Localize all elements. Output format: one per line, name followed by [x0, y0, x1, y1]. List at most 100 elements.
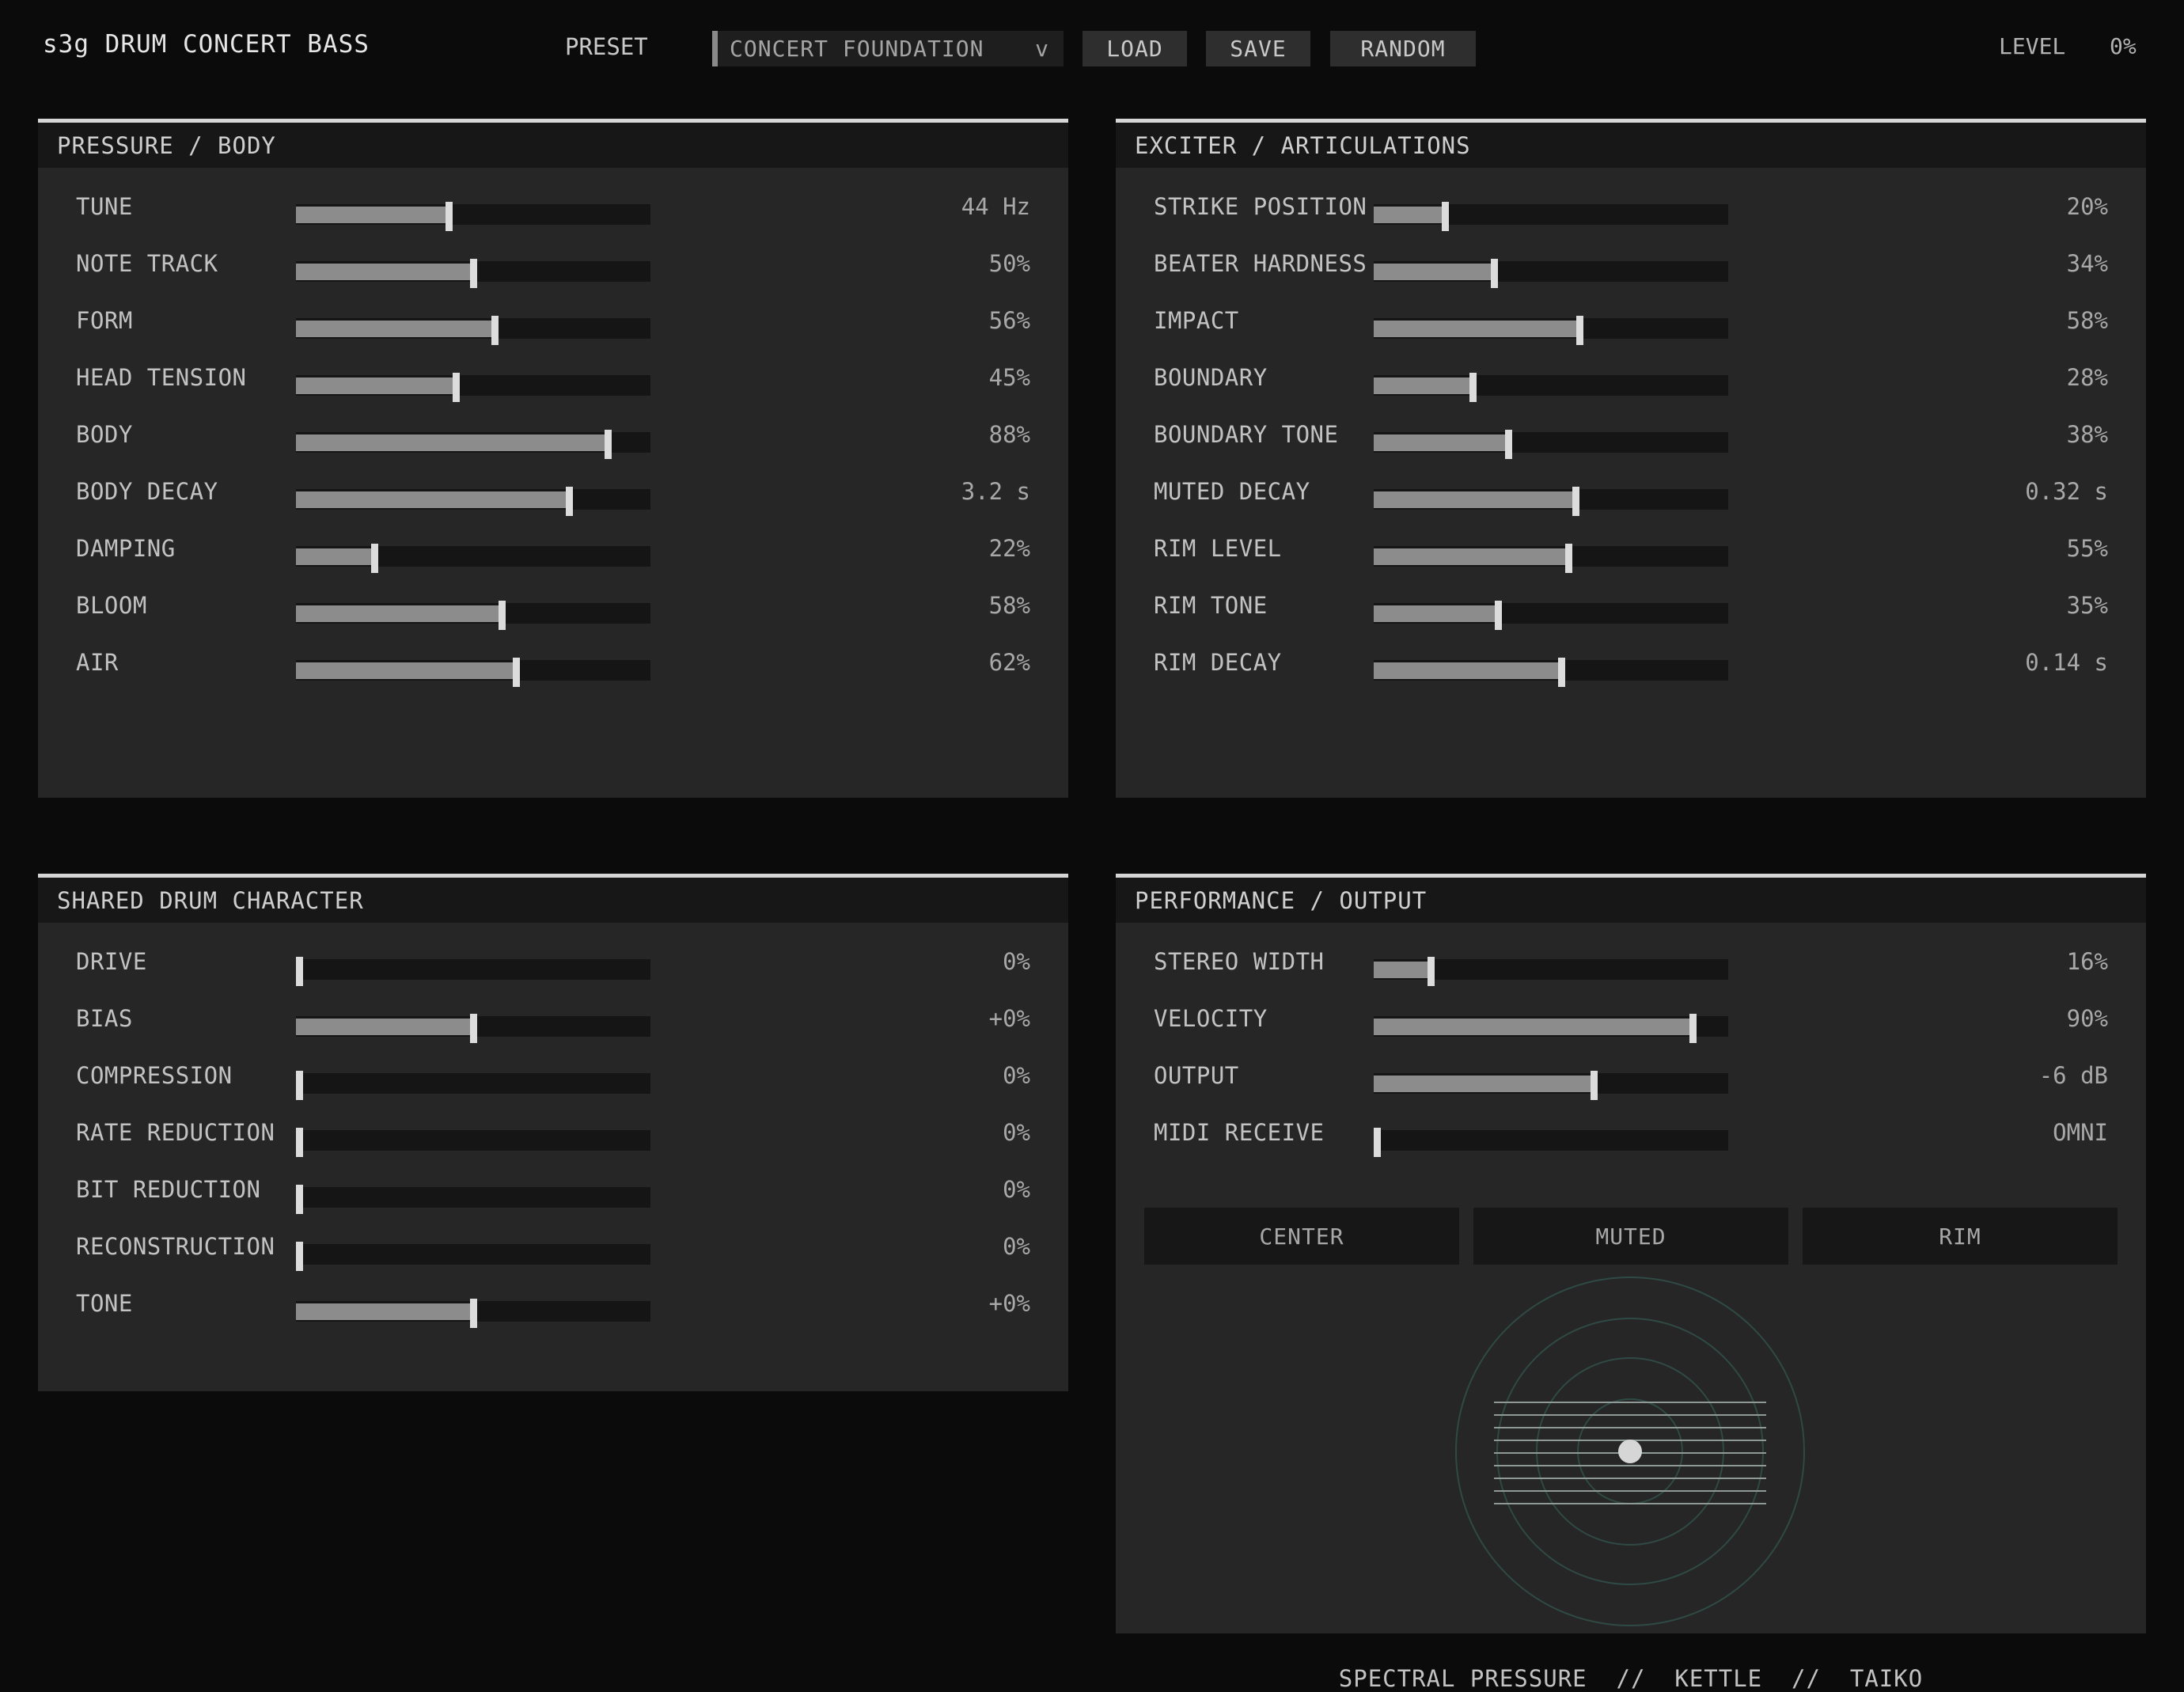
slider-handle[interactable] — [453, 373, 460, 402]
param-slider[interactable] — [296, 373, 650, 402]
slider-handle[interactable] — [566, 487, 573, 516]
param-slider[interactable] — [1374, 487, 1728, 516]
save-button[interactable]: SAVE — [1206, 31, 1310, 66]
pressure-body-panel: PRESSURE / BODY TUNE 44 Hz NOTE TRACK 50% FO… — [38, 119, 1068, 798]
param-label: BODY — [76, 421, 133, 448]
param-slider[interactable] — [1374, 373, 1728, 402]
slider-handle[interactable] — [1558, 658, 1565, 687]
param-value: +0% — [988, 1005, 1030, 1032]
param-value: 0% — [1003, 1062, 1030, 1089]
slider-handle[interactable] — [1374, 1128, 1381, 1157]
slider-fill — [1374, 377, 1473, 394]
slider-handle[interactable] — [1442, 202, 1449, 231]
random-button[interactable]: RANDOM — [1330, 31, 1476, 66]
exciter-articulations-panel: EXCITER / ARTICULATIONS STRIKE POSITION 2… — [1116, 119, 2146, 798]
slider-handle[interactable] — [1495, 601, 1502, 630]
param-label: BOUNDARY TONE — [1154, 421, 1339, 448]
param-slider[interactable] — [296, 1128, 650, 1157]
slider-handle[interactable] — [1469, 373, 1477, 402]
slider-handle[interactable] — [1491, 259, 1498, 288]
zone-rim-button[interactable]: RIM — [1803, 1208, 2118, 1265]
param-slider[interactable] — [1374, 658, 1728, 687]
param-slider[interactable] — [296, 430, 650, 459]
param-label: RECONSTRUCTION — [76, 1233, 275, 1260]
param-slider[interactable] — [296, 601, 650, 630]
level-label: LEVEL — [1999, 33, 2066, 59]
param-row: RATE REDUCTION 0% — [38, 1108, 1068, 1165]
param-slider[interactable] — [1374, 316, 1728, 345]
slider-handle[interactable] — [470, 1014, 477, 1043]
param-label: RIM DECAY — [1154, 649, 1282, 676]
slider-handle[interactable] — [296, 957, 303, 986]
slider-handle[interactable] — [1428, 957, 1435, 986]
slider-fill — [1374, 434, 1508, 451]
param-slider[interactable] — [296, 316, 650, 345]
param-slider[interactable] — [296, 1014, 650, 1043]
slider-handle[interactable] — [1689, 1014, 1697, 1043]
slider-fill — [1374, 1076, 1594, 1092]
slider-fill — [296, 321, 495, 337]
param-value: 58% — [2066, 307, 2108, 334]
param-label: TUNE — [76, 193, 133, 220]
param-slider[interactable] — [296, 658, 650, 687]
param-slider[interactable] — [296, 487, 650, 516]
slider-handle[interactable] — [296, 1185, 303, 1214]
param-slider[interactable] — [296, 202, 650, 231]
slider-handle[interactable] — [470, 1299, 477, 1328]
slider-handle[interactable] — [470, 259, 477, 288]
param-label: AIR — [76, 649, 119, 676]
slider-handle[interactable] — [371, 544, 378, 573]
param-value: OMNI — [2053, 1119, 2108, 1146]
param-value: -6 dB — [2038, 1062, 2108, 1089]
param-slider[interactable] — [1374, 1128, 1728, 1157]
slider-handle[interactable] — [1576, 316, 1583, 345]
param-row: RIM DECAY 0.14 s — [1116, 638, 2146, 695]
drum-strike-pad[interactable] — [1448, 1269, 1812, 1633]
param-slider[interactable] — [1374, 259, 1728, 288]
slider-fill — [296, 434, 608, 451]
param-slider[interactable] — [296, 1299, 650, 1328]
param-label: FORM — [76, 307, 133, 334]
app-title: s3g DRUM CONCERT BASS — [43, 30, 370, 59]
zone-center-button[interactable]: CENTER — [1144, 1208, 1459, 1265]
param-slider[interactable] — [296, 1242, 650, 1271]
param-slider[interactable] — [296, 259, 650, 288]
shared-drum-character-panel: SHARED DRUM CHARACTER DRIVE 0% BIAS +0% COMP… — [38, 874, 1068, 1391]
slider-handle[interactable] — [491, 316, 499, 345]
param-slider[interactable] — [1374, 601, 1728, 630]
param-label: RIM TONE — [1154, 592, 1268, 619]
slider-handle[interactable] — [1572, 487, 1579, 516]
load-button[interactable]: LOAD — [1083, 31, 1187, 66]
slider-handle[interactable] — [513, 658, 520, 687]
param-slider[interactable] — [1374, 202, 1728, 231]
param-slider[interactable] — [1374, 957, 1728, 986]
slider-handle[interactable] — [446, 202, 453, 231]
slider-handle[interactable] — [296, 1128, 303, 1157]
param-slider[interactable] — [296, 957, 650, 986]
param-slider[interactable] — [1374, 430, 1728, 459]
strike-point-handle[interactable] — [1618, 1440, 1642, 1463]
param-row: BODY DECAY 3.2 s — [38, 467, 1068, 524]
param-slider[interactable] — [1374, 1071, 1728, 1100]
slider-handle[interactable] — [296, 1242, 303, 1271]
slider-handle[interactable] — [605, 430, 612, 459]
param-slider[interactable] — [296, 1185, 650, 1214]
param-slider[interactable] — [1374, 1014, 1728, 1043]
slider-handle[interactable] — [1565, 544, 1572, 573]
slider-handle[interactable] — [296, 1071, 303, 1100]
param-slider[interactable] — [296, 1071, 650, 1100]
param-label: RATE REDUCTION — [76, 1119, 275, 1146]
slider-fill — [296, 548, 374, 565]
slider-handle[interactable] — [1505, 430, 1512, 459]
performance-output-panel: PERFORMANCE / OUTPUT STEREO WIDTH 16% VELO… — [1116, 874, 2146, 1692]
preset-dropdown[interactable]: CONCERT FOUNDATION v — [712, 31, 1064, 66]
slider-handle[interactable] — [1591, 1071, 1598, 1100]
param-row: COMPRESSION 0% — [38, 1051, 1068, 1108]
level-value: 0% — [2110, 33, 2137, 59]
panel-title: EXCITER / ARTICULATIONS — [1116, 123, 2146, 168]
param-slider[interactable] — [1374, 544, 1728, 573]
slider-handle[interactable] — [499, 601, 506, 630]
zone-muted-button[interactable]: MUTED — [1473, 1208, 1788, 1265]
param-slider[interactable] — [296, 544, 650, 573]
param-label: OUTPUT — [1154, 1062, 1239, 1089]
